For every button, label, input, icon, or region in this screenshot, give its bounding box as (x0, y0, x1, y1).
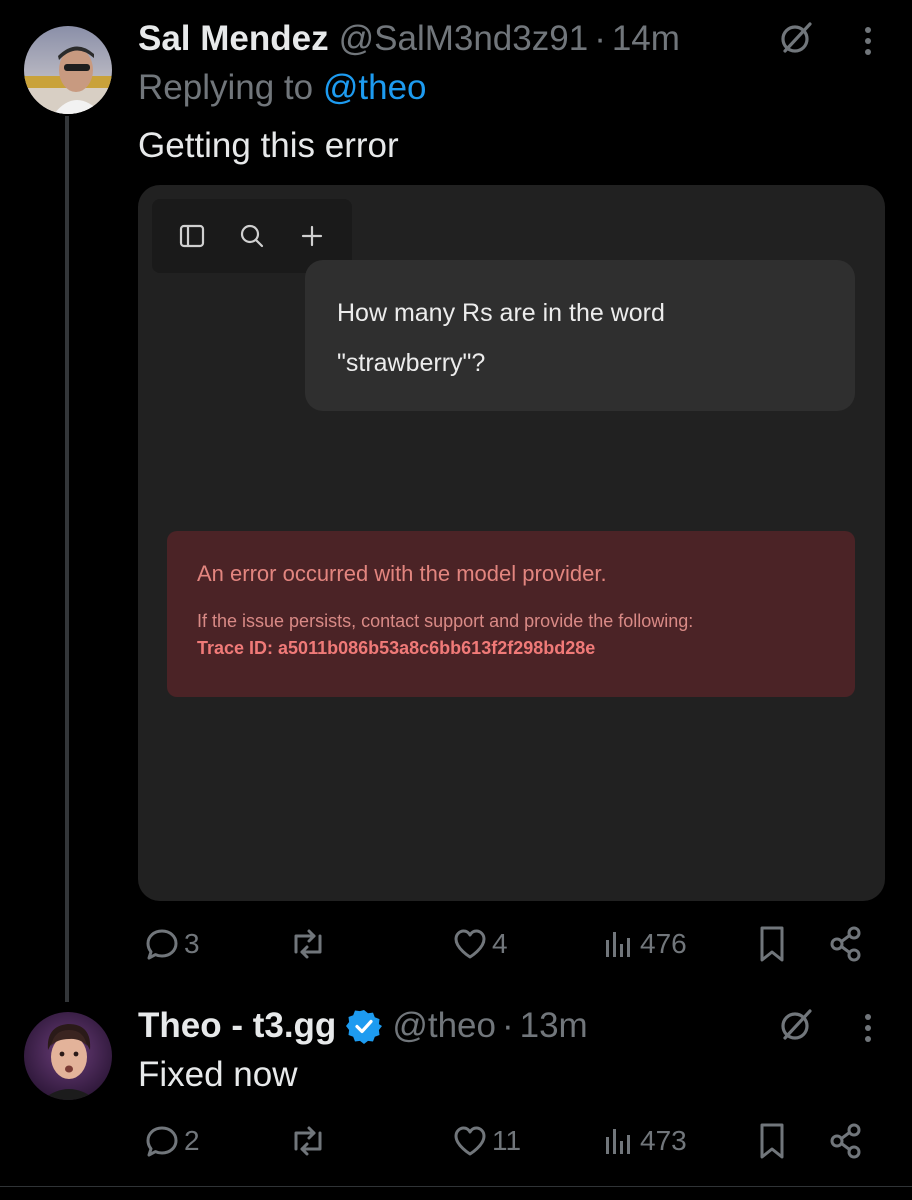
user-message-line-1: How many Rs are in the word (337, 299, 665, 327)
heart-icon (454, 1126, 486, 1156)
repost-icon (294, 1126, 322, 1156)
user-message-bubble: How many Rs are in the word "strawberry"… (305, 260, 855, 411)
replying-to-line: Replying to @theo (138, 68, 427, 108)
reply-button[interactable]: 3 (144, 920, 200, 968)
bookmark-button[interactable] (754, 1117, 790, 1165)
repost-icon (294, 929, 322, 959)
tweet-header: Sal Mendez @SalM3nd3z91 · 14m (138, 16, 680, 62)
avatar-theo[interactable] (24, 1012, 112, 1100)
views-chart-icon (606, 1129, 630, 1154)
timestamp[interactable]: 14m (612, 19, 680, 59)
views-chart-icon (606, 932, 630, 957)
thread-connector-line (65, 116, 69, 1002)
repost-button[interactable] (288, 1117, 332, 1165)
author-name[interactable]: Theo - t3.gg (138, 1006, 336, 1046)
error-title: An error occurred with the model provide… (197, 561, 607, 586)
separator-dot: · (594, 19, 606, 58)
reply-icon (146, 929, 178, 960)
more-options-icon[interactable] (858, 1009, 878, 1049)
bookmark-button[interactable] (754, 920, 790, 968)
repost-button[interactable] (288, 920, 332, 968)
divider (0, 1186, 912, 1187)
share-button[interactable] (828, 920, 864, 968)
tweet-actions: 2 11 473 (138, 1117, 868, 1165)
user-message-line-2: "strawberry"? (337, 349, 486, 377)
error-subtitle: If the issue persists, contact support a… (197, 611, 694, 631)
error-trace-id: Trace ID: a5011b086b53a8c6bb613f2f298bd2… (197, 638, 596, 658)
views-button[interactable]: 476 (600, 920, 687, 968)
search-icon (235, 219, 269, 253)
tweet-header: Theo - t3.gg @theo · 13m (138, 1003, 588, 1049)
plus-icon (295, 219, 329, 253)
grok-icon[interactable] (776, 1005, 816, 1045)
share-button[interactable] (828, 1117, 864, 1165)
timestamp[interactable]: 13m (520, 1006, 588, 1046)
views-count: 476 (640, 928, 687, 959)
views-button[interactable]: 473 (600, 1117, 687, 1165)
verified-badge-icon[interactable] (346, 1008, 383, 1044)
avatar-sal-mendez[interactable] (24, 26, 112, 114)
share-icon (830, 1123, 861, 1159)
share-icon (830, 926, 861, 962)
error-message-box: An error occurred with the model provide… (167, 531, 855, 697)
more-options-icon[interactable] (858, 22, 878, 62)
tweet-text: Fixed now (138, 1055, 298, 1094)
separator-dot: · (501, 1006, 514, 1045)
grok-icon[interactable] (776, 18, 816, 58)
like-count: 11 (492, 1125, 522, 1156)
tweet-text: Getting this error (138, 126, 399, 165)
reply-button[interactable]: 2 (144, 1117, 200, 1165)
reply-icon (146, 1126, 178, 1157)
reply-count: 2 (184, 1125, 200, 1156)
author-handle[interactable]: @theo (392, 1006, 496, 1046)
author-handle[interactable]: @SalM3nd3z91 (339, 19, 589, 59)
replying-to-label: Replying to (138, 68, 314, 107)
replying-to-mention[interactable]: @theo (323, 68, 427, 107)
bookmark-icon (760, 1123, 784, 1159)
tweet-actions: 3 4 476 (138, 920, 868, 968)
sidebar-toggle-icon (175, 219, 209, 253)
tweet-media-screenshot[interactable]: How many Rs are in the word "strawberry"… (138, 185, 885, 901)
like-button[interactable]: 4 (452, 920, 508, 968)
bookmark-icon (760, 926, 784, 962)
author-name[interactable]: Sal Mendez (138, 19, 329, 59)
reply-count: 3 (184, 928, 200, 959)
like-button[interactable]: 11 (452, 1117, 521, 1165)
heart-icon (454, 929, 486, 959)
like-count: 4 (492, 928, 508, 959)
views-count: 473 (640, 1125, 687, 1156)
